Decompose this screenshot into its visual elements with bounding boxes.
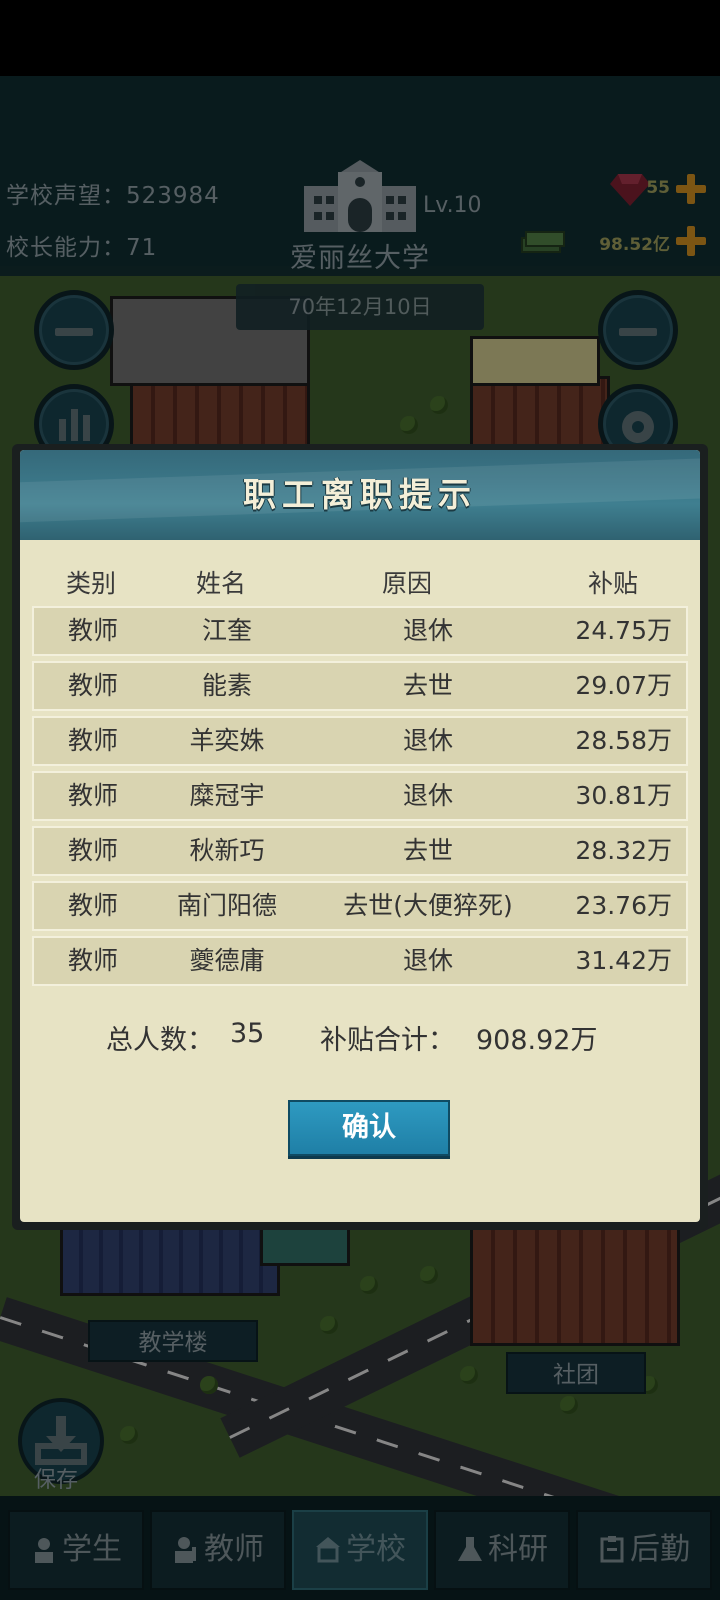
- cell-type: 教师: [68, 891, 119, 920]
- cell-reason: 退休: [402, 781, 453, 810]
- cell-subsidy: 24.75万: [575, 616, 672, 645]
- cell-subsidy: 29.07万: [575, 671, 672, 700]
- cell-type: 教师: [68, 671, 119, 700]
- cell-type: 教师: [68, 616, 119, 645]
- total-count-label: 总人数：: [106, 1025, 214, 1056]
- cell-type: 教师: [68, 781, 119, 810]
- cell-subsidy: 23.76万: [575, 891, 672, 920]
- confirm-button[interactable]: 确认: [288, 1100, 450, 1156]
- cell-reason: 退休: [402, 616, 453, 645]
- cell-subsidy: 28.32万: [575, 836, 672, 865]
- table-row: 教师 糜冠宇 退休 30.81万: [32, 771, 688, 821]
- table-row: 教师 羊奕姝 退休 28.58万: [32, 716, 688, 766]
- cell-reason: 去世: [402, 671, 453, 700]
- cell-type: 教师: [68, 836, 119, 865]
- column-header-name: 姓名: [196, 569, 247, 598]
- cell-name: 能素: [201, 671, 252, 700]
- subsidy-total-label: 补贴合计：: [320, 1025, 455, 1056]
- cell-subsidy: 31.42万: [575, 946, 672, 975]
- table-row: 教师 能素 去世 29.07万: [32, 661, 688, 711]
- staff-departure-dialog: 职工离职提示 类别 姓名 原因 补贴 教师 江奎 退休 24.75万 教师 能素 去世 29.…: [12, 444, 708, 1230]
- cell-reason: 退休: [402, 726, 453, 755]
- column-header-subsidy: 补贴: [588, 569, 639, 598]
- column-header-type: 类别: [66, 569, 117, 598]
- subsidy-total-value: 908.92万: [476, 1025, 598, 1056]
- cell-reason: 退休: [402, 946, 453, 975]
- cell-name: 糜冠宇: [189, 781, 265, 810]
- cell-name: 秋新巧: [189, 836, 265, 865]
- cell-type: 教师: [68, 726, 119, 755]
- column-header-reason: 原因: [382, 569, 433, 598]
- cell-type: 教师: [68, 946, 119, 975]
- total-count-value: 35: [230, 1018, 265, 1049]
- table-row: 教师 秋新巧 去世 28.32万: [32, 826, 688, 876]
- cell-name: 南门阳德: [176, 891, 277, 920]
- cell-subsidy: 28.58万: [575, 726, 672, 755]
- cell-reason: 去世(大便猝死): [343, 891, 513, 920]
- cell-name: 羊奕姝: [189, 726, 265, 755]
- cell-name: 江奎: [201, 616, 252, 645]
- dialog-title: 职工离职提示: [243, 475, 477, 514]
- cell-reason: 去世: [402, 836, 453, 865]
- table-row: 教师 南门阳德 去世(大便猝死) 23.76万: [32, 881, 688, 931]
- cell-name: 夔德庸: [189, 946, 265, 975]
- table-row: 教师 夔德庸 退休 31.42万: [32, 936, 688, 986]
- table-row: 教师 江奎 退休 24.75万: [32, 606, 688, 656]
- dialog-panel: 职工离职提示 类别 姓名 原因 补贴 教师 江奎 退休 24.75万 教师 能素 去世 29.…: [20, 450, 700, 1222]
- cell-subsidy: 30.81万: [575, 781, 672, 810]
